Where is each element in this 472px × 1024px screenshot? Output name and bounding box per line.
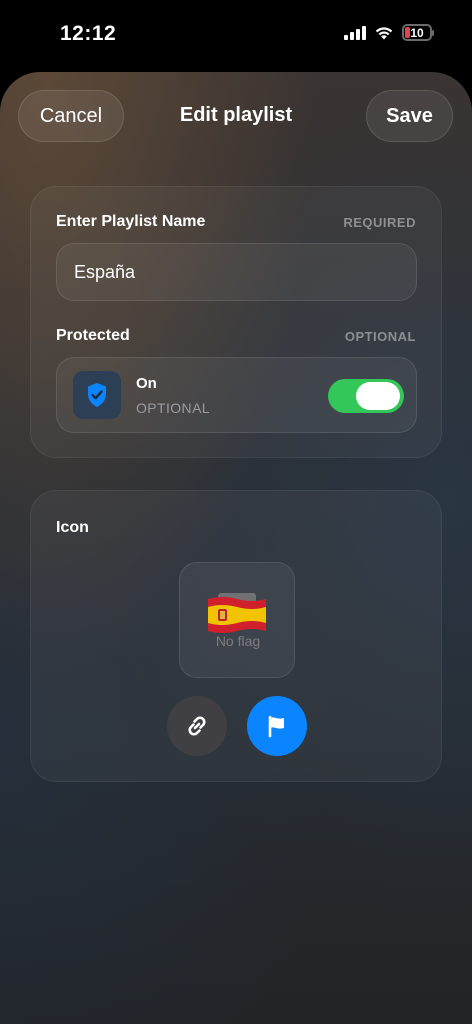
cellular-signal-icon: [344, 25, 366, 40]
flag-button[interactable]: [247, 696, 307, 756]
status-time: 12:12: [60, 22, 117, 45]
link-button[interactable]: [167, 696, 227, 756]
protected-row: On OPTIONAL: [56, 357, 417, 433]
playlist-name-label: Enter Playlist Name: [56, 213, 206, 230]
spain-flag-icon: [208, 593, 266, 633]
icon-preview[interactable]: No flag: [179, 562, 295, 678]
battery-level: 10: [410, 25, 424, 40]
icon-card: Icon No flag: [30, 490, 442, 782]
details-card: Enter Playlist Name REQUIRED España Prot…: [30, 186, 442, 458]
optional-tag: OPTIONAL: [344, 329, 416, 344]
edit-playlist-sheet: Cancel Edit playlist Save Enter Playlist…: [0, 72, 472, 1024]
battery-icon: 10: [402, 24, 434, 41]
link-icon: [188, 716, 206, 736]
protected-label: Protected: [56, 327, 130, 344]
icon-section-label: Icon: [56, 519, 89, 536]
status-bar: 12:12 10: [0, 0, 472, 70]
wifi-icon: [375, 27, 393, 40]
playlist-name-input[interactable]: España: [56, 243, 417, 301]
toggle-knob: [356, 382, 400, 410]
required-tag: REQUIRED: [343, 215, 416, 230]
status-icons: 10: [344, 24, 434, 41]
flag-icon: [268, 715, 284, 738]
shield-icon: [73, 371, 121, 419]
protected-toggle[interactable]: [328, 379, 404, 413]
protected-state-sublabel: OPTIONAL: [136, 400, 210, 416]
protected-state-label: On: [136, 375, 157, 392]
save-button[interactable]: Save: [366, 90, 453, 142]
